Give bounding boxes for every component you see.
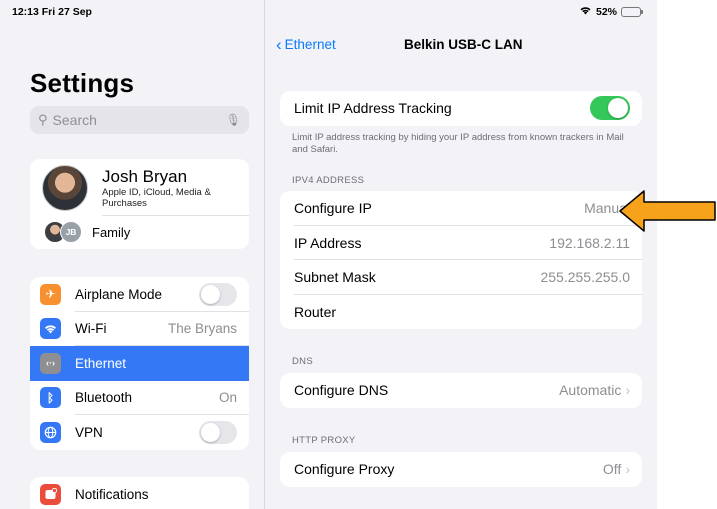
ip-address-row[interactable]: IP Address 192.168.2.11 [280, 226, 642, 260]
chevron-left-icon: ‹ [276, 34, 282, 54]
ethernet-icon: ‹·› [40, 352, 61, 374]
proxy-group: Configure Proxy Off › [280, 452, 642, 487]
limit-ip-footnote: Limit IP address tracking by hiding your… [292, 132, 624, 155]
wifi-network-name: The Bryans [167, 321, 237, 337]
vpn-icon [40, 421, 61, 443]
row-label: IP Address [294, 234, 362, 251]
row-value-wrap: Off › [603, 461, 630, 477]
profile-subtitle: Apple ID, iCloud, Media & Purchases [102, 187, 211, 209]
status-indicators: 52% [579, 5, 643, 18]
row-value: Automatic [559, 382, 622, 398]
ipv4-section-header: IPV4 ADDRESS [292, 175, 365, 186]
profile-card[interactable]: Josh Bryan Apple ID, iCloud, Media & Pur… [30, 159, 249, 249]
search-placeholder: Search [52, 112, 97, 128]
sidebar-item-bluetooth[interactable]: ᛒ Bluetooth On [30, 381, 249, 415]
dns-group: Configure DNS Automatic › [280, 373, 642, 408]
sidebar-title: Settings [30, 68, 135, 98]
notifications-icon [40, 484, 61, 505]
subnet-mask-row[interactable]: Subnet Mask 255.255.255.0 [280, 260, 642, 295]
detail-pane: 52% ‹ Ethernet Belkin USB-C LAN Limit IP… [266, 0, 657, 509]
sidebar-item-notifications[interactable]: Notifications [30, 477, 249, 509]
row-label: Configure IP [294, 200, 372, 216]
row-label: Configure Proxy [294, 461, 395, 477]
annotation-arrow-icon [619, 190, 716, 232]
limit-ip-group: Limit IP Address Tracking [280, 91, 642, 126]
limit-ip-toggle[interactable] [590, 96, 630, 120]
battery-percent: 52% [595, 5, 617, 18]
back-label: Ethernet [284, 37, 336, 52]
sidebar-item-wifi[interactable]: Wi-Fi The Bryans [30, 312, 249, 346]
row-value: Off [602, 461, 622, 477]
airplane-icon: ✈ [40, 283, 61, 305]
configure-ip-row[interactable]: Configure IP Manual [280, 191, 642, 226]
configure-dns-row[interactable]: Configure DNS Automatic › [280, 373, 642, 408]
microphone-icon[interactable]: 🎙 [226, 113, 241, 127]
limit-ip-label: Limit IP Address Tracking [294, 100, 452, 116]
row-value-wrap: Automatic › [559, 382, 630, 398]
row-value: 192.168.2.11 [549, 234, 630, 251]
bluetooth-icon: ᛒ [40, 387, 61, 409]
limit-ip-row: Limit IP Address Tracking [280, 91, 642, 126]
avatar [42, 165, 88, 211]
battery-icon [621, 6, 643, 17]
sidebar-item-ethernet[interactable]: ‹·› Ethernet [30, 346, 249, 381]
sidebar-item-label: Bluetooth [75, 390, 133, 406]
sidebar-item-label: Wi-Fi [75, 321, 107, 337]
sidebar-item-label: Ethernet [75, 355, 127, 371]
sidebar-item-label: Airplane Mode [75, 286, 163, 302]
row-label: Configure DNS [294, 382, 389, 398]
page-title: Belkin USB-C LAN [404, 37, 523, 52]
dns-section-header: DNS [292, 356, 313, 367]
profile-divider [102, 215, 249, 216]
sidebar-item-vpn[interactable]: VPN [30, 415, 249, 450]
row-value: 255.255.255.0 [540, 269, 630, 285]
sidebar-item-label: VPN [75, 424, 103, 440]
sidebar-item-airplane-mode[interactable]: ✈ Airplane Mode [30, 277, 249, 312]
back-button[interactable]: ‹ Ethernet [276, 34, 336, 54]
profile-name: Josh Bryan [102, 167, 188, 186]
router-row[interactable]: Router [280, 295, 642, 330]
wifi-status-icon [579, 5, 592, 18]
ipv4-group: Configure IP Manual IP Address 192.168.2… [280, 191, 642, 329]
status-time: 12:13 Fri 27 Sep [12, 6, 92, 18]
family-initials-avatar: JB [60, 221, 82, 243]
family-item[interactable]: Family [92, 225, 130, 240]
airplane-mode-toggle[interactable] [199, 282, 237, 306]
wifi-icon [40, 318, 61, 340]
row-label: Subnet Mask [294, 269, 376, 285]
sidebar-item-label: Notifications [75, 487, 149, 502]
ipad-screen: 12:13 Fri 27 Sep Settings ⚲ Search 🎙 Jos… [0, 0, 657, 509]
connectivity-menu: ✈ Airplane Mode Wi-Fi The Bryans ‹·› Eth… [30, 277, 249, 450]
search-field[interactable]: ⚲ Search 🎙 [30, 106, 249, 134]
chevron-right-icon: › [625, 461, 630, 477]
configure-proxy-row[interactable]: Configure Proxy Off › [280, 452, 642, 487]
row-label: Router [294, 303, 337, 320]
sidebar: 12:13 Fri 27 Sep Settings ⚲ Search 🎙 Jos… [0, 0, 265, 509]
proxy-section-header: HTTP PROXY [292, 435, 356, 446]
vpn-toggle[interactable] [199, 420, 237, 444]
chevron-right-icon: › [625, 382, 630, 398]
search-icon: ⚲ [38, 112, 48, 127]
bluetooth-status: On [218, 390, 237, 406]
